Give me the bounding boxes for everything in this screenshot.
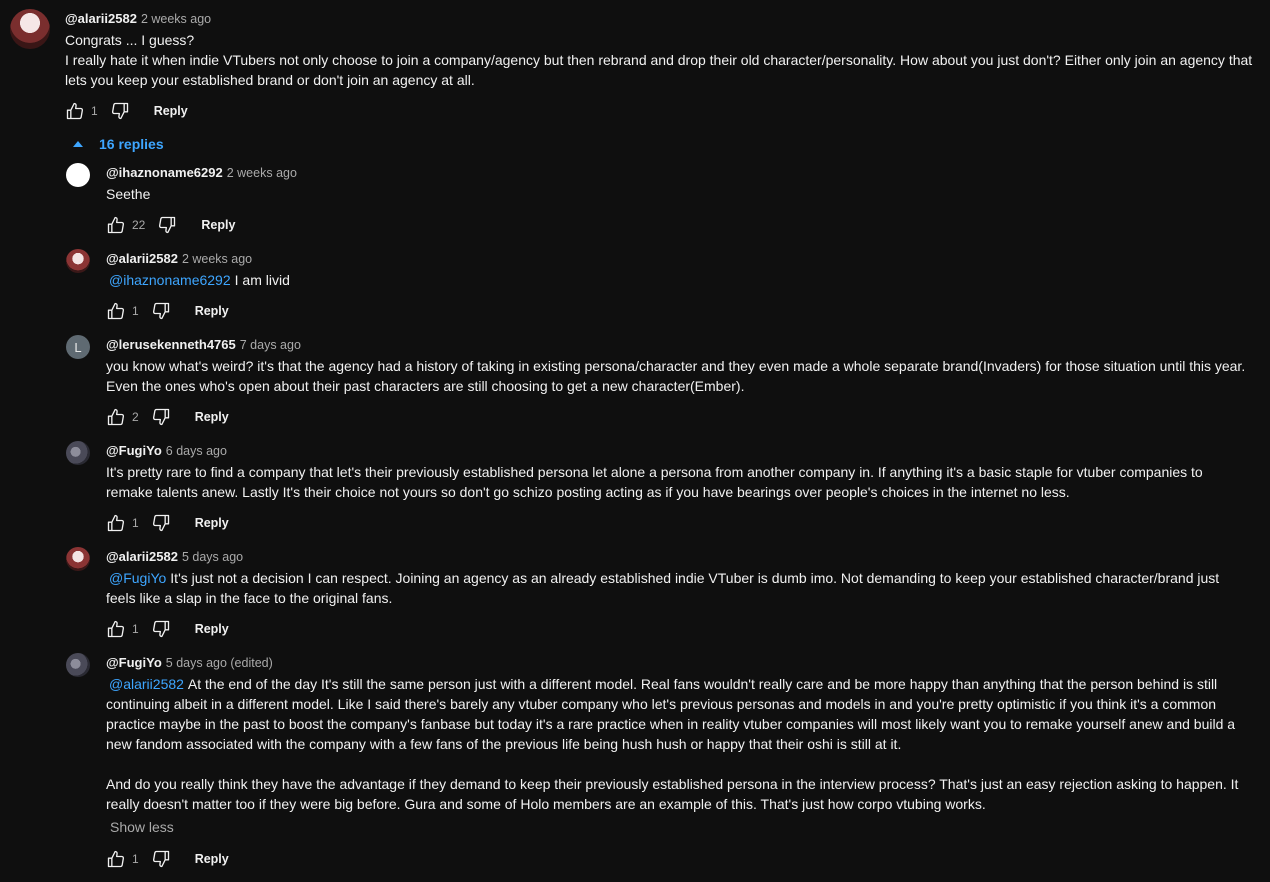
reply-header: @alarii2582 2 weeks ago bbox=[106, 250, 252, 268]
reply-actions: 2 Reply bbox=[104, 405, 229, 429]
like-icon[interactable] bbox=[104, 617, 128, 641]
reply-time[interactable]: 7 days ago bbox=[240, 338, 301, 352]
dislike-icon[interactable] bbox=[149, 299, 173, 323]
reply-time[interactable]: 5 days ago bbox=[182, 550, 243, 564]
comment-text: Congrats ... I guess? I really hate it w… bbox=[65, 30, 1260, 90]
reply-text-line: continuing albeit in a different model. … bbox=[106, 696, 1217, 712]
like-count: 1 bbox=[132, 852, 139, 866]
like-icon[interactable] bbox=[104, 299, 128, 323]
reply-text-body: At the end of the day It's still the sam… bbox=[187, 676, 1218, 692]
reply-author[interactable]: @ihaznoname6292 bbox=[106, 165, 223, 180]
reply-author[interactable]: @FugiYo bbox=[106, 655, 162, 670]
mention-link[interactable]: @FugiYo bbox=[109, 570, 166, 586]
reply-author[interactable]: @lerusekenneth4765 bbox=[106, 337, 236, 352]
comment-text-line: Congrats ... I guess? bbox=[65, 32, 195, 48]
reply-header: @FugiYo 6 days ago bbox=[106, 442, 227, 460]
avatar[interactable]: L bbox=[66, 335, 90, 359]
like-count: 2 bbox=[132, 410, 139, 424]
avatar[interactable] bbox=[66, 163, 90, 187]
reply-header: @ihaznoname6292 2 weeks ago bbox=[106, 164, 297, 182]
reply-author[interactable]: @alarii2582 bbox=[106, 549, 178, 564]
comment-header: @alarii2582 2 weeks ago bbox=[65, 10, 211, 28]
reply-time[interactable]: 2 weeks ago bbox=[182, 252, 252, 266]
reply-header: @FugiYo 5 days ago (edited) bbox=[106, 654, 273, 672]
avatar[interactable] bbox=[66, 547, 90, 571]
reply-text-line: Even the ones who's open about their pas… bbox=[106, 378, 745, 394]
reply-time[interactable]: 5 days ago (edited) bbox=[166, 656, 273, 670]
reply-text-line: new fandom associated with the company w… bbox=[106, 736, 902, 752]
reply-button[interactable]: Reply bbox=[195, 410, 229, 424]
reply-text-line: really doesn't matter too if they were b… bbox=[106, 796, 986, 812]
avatar[interactable] bbox=[66, 441, 90, 465]
reply-actions: 1 Reply bbox=[104, 617, 229, 641]
reply-text-line: @FugiYo It's just not a decision I can re… bbox=[106, 568, 1261, 588]
reply-text-line: feels like a slap in the face to the ori… bbox=[106, 590, 393, 606]
reply-text-body: I am livid bbox=[234, 272, 290, 288]
reply-actions: 1 Reply bbox=[104, 299, 229, 323]
reply-time[interactable]: 2 weeks ago bbox=[227, 166, 297, 180]
reply-text: @FugiYo It's just not a decision I can re… bbox=[106, 568, 1261, 608]
reply-button[interactable]: Reply bbox=[195, 304, 229, 318]
reply-text: @ihaznoname6292 I am livid bbox=[106, 270, 290, 290]
reply-actions: 1 Reply bbox=[104, 847, 229, 871]
like-icon[interactable] bbox=[63, 99, 87, 123]
like-count: 1 bbox=[132, 622, 139, 636]
like-icon[interactable] bbox=[104, 405, 128, 429]
reply-text-line: It's pretty rare to find a company that … bbox=[106, 464, 1203, 480]
mention-link[interactable]: @alarii2582 bbox=[109, 676, 184, 692]
reply-text-body: It's just not a decision I can respect. … bbox=[170, 570, 1220, 586]
dislike-icon[interactable] bbox=[108, 99, 132, 123]
caret-up-icon bbox=[73, 141, 83, 147]
reply-text: Seethe bbox=[106, 186, 151, 202]
dislike-icon[interactable] bbox=[149, 511, 173, 535]
like-icon[interactable] bbox=[104, 847, 128, 871]
dislike-icon[interactable] bbox=[149, 405, 173, 429]
comment-text-line: I really hate it when indie VTubers not … bbox=[65, 52, 1253, 68]
reply-button[interactable]: Reply bbox=[195, 622, 229, 636]
reply-author[interactable]: @FugiYo bbox=[106, 443, 162, 458]
reply-text-line: you know what's weird? it's that the age… bbox=[106, 358, 1246, 374]
like-icon[interactable] bbox=[104, 213, 128, 237]
reply-time[interactable]: 6 days ago bbox=[166, 444, 227, 458]
like-count: 1 bbox=[91, 104, 98, 118]
reply-text: @alarii2582 At the end of the day It's st… bbox=[106, 674, 1261, 814]
paragraph-break bbox=[106, 754, 1261, 774]
reply-text-line: @alarii2582 At the end of the day It's st… bbox=[106, 674, 1261, 694]
reply-header: @alarii2582 5 days ago bbox=[106, 548, 243, 566]
avatar[interactable] bbox=[10, 9, 50, 49]
show-less-button[interactable]: Show less bbox=[110, 819, 174, 835]
dislike-icon[interactable] bbox=[149, 617, 173, 641]
comment-time[interactable]: 2 weeks ago bbox=[141, 12, 211, 26]
reply-button[interactable]: Reply bbox=[201, 218, 235, 232]
reply-button[interactable]: Reply bbox=[195, 852, 229, 866]
reply-actions: 1 Reply bbox=[104, 511, 229, 535]
reply-text-line: remake talents anew. Lastly It's their c… bbox=[106, 484, 1070, 500]
comment-actions: 1 Reply bbox=[63, 99, 188, 123]
like-icon[interactable] bbox=[104, 511, 128, 535]
reply-actions: 22 Reply bbox=[104, 213, 235, 237]
reply-text-line: And do you really think they have the ad… bbox=[106, 776, 1239, 792]
avatar[interactable] bbox=[66, 653, 90, 677]
like-count: 1 bbox=[132, 516, 139, 530]
reply-button[interactable]: Reply bbox=[195, 516, 229, 530]
dislike-icon[interactable] bbox=[149, 847, 173, 871]
reply-header: @lerusekenneth4765 7 days ago bbox=[106, 336, 301, 354]
avatar[interactable] bbox=[66, 249, 90, 273]
reply-author[interactable]: @alarii2582 bbox=[106, 251, 178, 266]
replies-count: 16 replies bbox=[99, 136, 164, 152]
replies-toggle[interactable]: 16 replies bbox=[70, 136, 164, 152]
reply-button[interactable]: Reply bbox=[154, 104, 188, 118]
dislike-icon[interactable] bbox=[155, 213, 179, 237]
like-count: 1 bbox=[132, 304, 139, 318]
reply-text: It's pretty rare to find a company that … bbox=[106, 462, 1261, 502]
like-count: 22 bbox=[132, 218, 146, 232]
comment-author[interactable]: @alarii2582 bbox=[65, 11, 137, 26]
reply-text-line: practice maybe in the past to boost the … bbox=[106, 716, 1236, 732]
mention-link[interactable]: @ihaznoname6292 bbox=[109, 272, 231, 288]
comment-text-line: lets you keep your established brand or … bbox=[65, 72, 475, 88]
reply-text: you know what's weird? it's that the age… bbox=[106, 356, 1261, 396]
